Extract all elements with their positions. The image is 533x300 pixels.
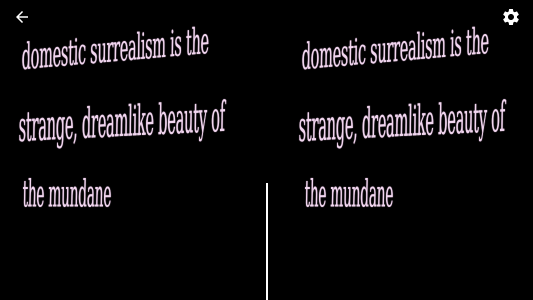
quote-line-1-right: domestic surrealism is the (301, 19, 490, 79)
quote-line-3-left: the mundane (22, 172, 112, 216)
quote-line-1-left: domestic surrealism is the (21, 19, 210, 79)
vr-viewer-screen: domestic surrealism is the strange, drea… (0, 0, 533, 300)
left-eye-view: domestic surrealism is the strange, drea… (0, 0, 266, 300)
vr-center-divider (266, 183, 268, 300)
quote-line-2-right: strange, dreamlike beauty of (298, 93, 506, 153)
back-button[interactable] (9, 4, 35, 30)
right-eye-view: domestic surrealism is the strange, drea… (267, 0, 533, 300)
arrow-left-icon (16, 11, 28, 23)
quote-line-3-right: the mundane (304, 172, 394, 216)
settings-button[interactable] (498, 4, 524, 30)
quote-line-2-left: strange, dreamlike beauty of (18, 93, 226, 153)
gear-icon (503, 8, 519, 25)
